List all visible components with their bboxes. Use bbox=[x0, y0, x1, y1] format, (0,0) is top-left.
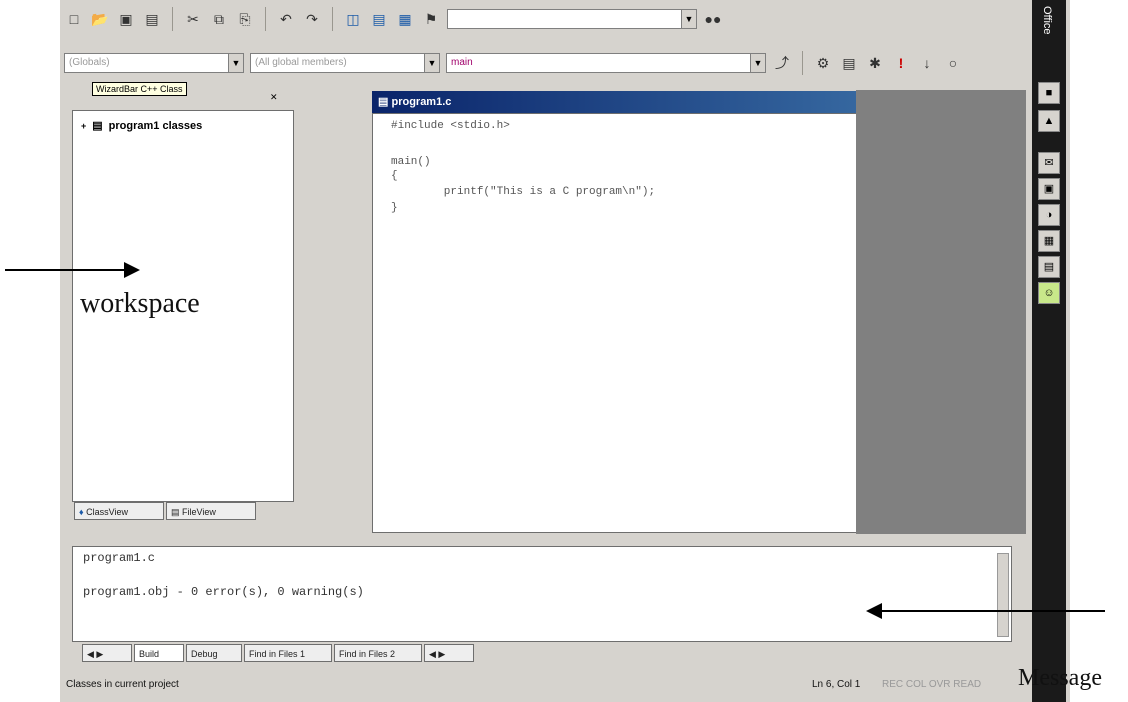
annotation-arrows bbox=[5, 262, 1105, 619]
message-arrowhead bbox=[866, 603, 882, 619]
workspace-annotation: workspace bbox=[80, 288, 200, 319]
message-annotation: Message bbox=[1018, 665, 1102, 691]
workspace-arrowhead bbox=[124, 262, 140, 278]
